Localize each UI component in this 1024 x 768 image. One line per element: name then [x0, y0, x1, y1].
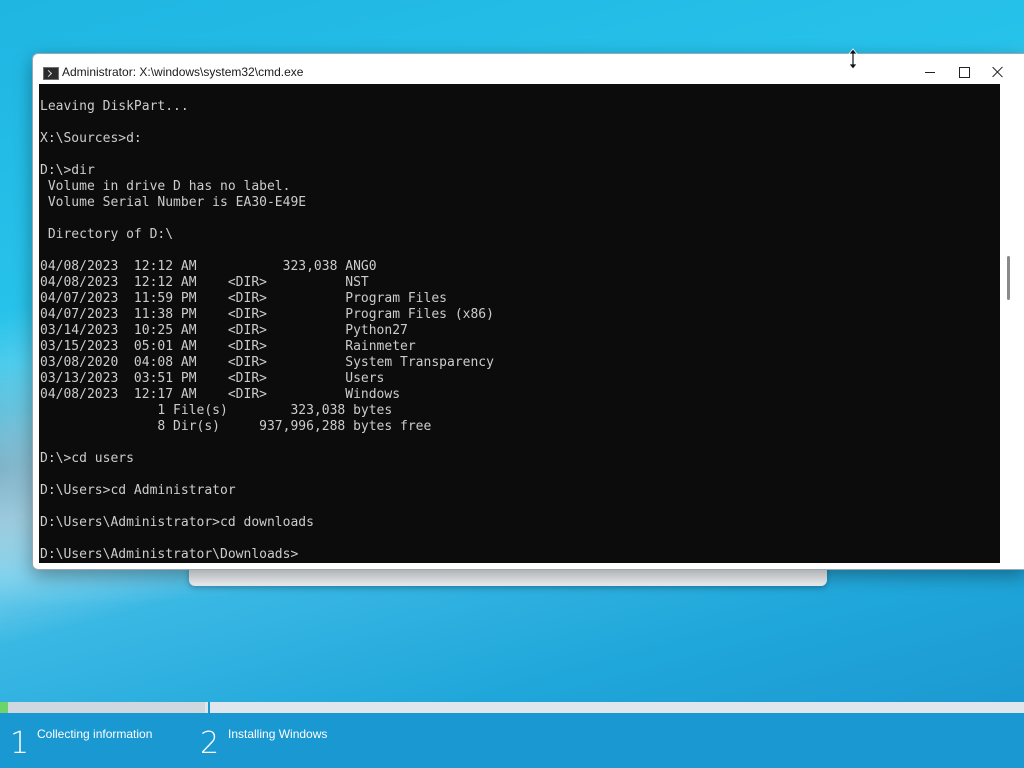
step-number: 2 — [200, 726, 220, 761]
console-line: X:\Sources>d: — [40, 131, 142, 146]
scrollbar-thumb[interactable] — [1007, 256, 1010, 300]
console-line: D:\>dir — [40, 163, 95, 178]
setup-progress-area: 1 Collecting information 2 Installing Wi… — [0, 702, 1024, 768]
console-output[interactable]: Leaving DiskPart... X:\Sources>d: D:\>dir … — [39, 84, 1000, 563]
console-line: Volume Serial Number is EA30-E49E — [40, 195, 307, 210]
cmd-icon[interactable] — [43, 67, 59, 80]
console-line: 03/13/2023 03:51 PM <DIR> Users — [40, 371, 385, 386]
console-line: 04/07/2023 11:59 PM <DIR> Program Files — [40, 291, 447, 306]
step-number: 1 — [10, 726, 30, 761]
maximize-icon — [958, 66, 970, 78]
minimize-button[interactable] — [913, 60, 947, 84]
console-line: Leaving DiskPart... — [40, 99, 189, 114]
resize-vertical-cursor-icon — [848, 48, 858, 70]
console-line: D:\Users\Administrator>cd downloads — [40, 515, 314, 530]
minimize-icon — [925, 71, 935, 73]
close-icon — [992, 66, 1004, 78]
console-line: 04/08/2023 12:12 AM <DIR> NST — [40, 275, 369, 290]
step-label: Collecting information — [37, 727, 153, 741]
progress-fill — [0, 702, 205, 713]
console-line: 8 Dir(s) 937,996,288 bytes free — [40, 419, 432, 434]
close-button[interactable] — [981, 60, 1015, 84]
cmd-window[interactable]: Administrator: X:\windows\system32\cmd.e… — [32, 53, 1024, 570]
maximize-button[interactable] — [947, 60, 981, 84]
step-label: Installing Windows — [228, 727, 328, 741]
console-line: 1 File(s) 323,038 bytes — [40, 403, 393, 418]
console-text: Leaving DiskPart... X:\Sources>d: D:\>dir … — [40, 99, 494, 563]
console-line: D:\Users\Administrator\Downloads> — [40, 547, 299, 562]
window-title: Administrator: X:\windows\system32\cmd.e… — [62, 65, 304, 79]
console-line: 04/08/2023 12:17 AM <DIR> Windows — [40, 387, 401, 402]
console-line: D:\>cd users — [40, 451, 134, 466]
console-line: D:\Users>cd Administrator — [40, 483, 236, 498]
title-bar[interactable]: Administrator: X:\windows\system32\cmd.e… — [33, 54, 1024, 84]
console-line: Volume in drive D has no label. — [40, 179, 291, 194]
console-line: 04/08/2023 12:12 AM 323,038 ANG0 — [40, 259, 377, 274]
progress-step-divider — [208, 702, 210, 713]
console-line: 04/07/2023 11:38 PM <DIR> Program Files … — [40, 307, 494, 322]
progress-track — [0, 702, 1024, 713]
console-line: Directory of D:\ — [40, 227, 174, 242]
vertical-scrollbar[interactable] — [1000, 84, 1024, 563]
progress-done-marker — [0, 702, 8, 713]
console-line: 03/08/2020 04:08 AM <DIR> System Transpa… — [40, 355, 494, 370]
console-line: 03/14/2023 10:25 AM <DIR> Python27 — [40, 323, 408, 338]
console-line: 03/15/2023 05:01 AM <DIR> Rainmeter — [40, 339, 416, 354]
